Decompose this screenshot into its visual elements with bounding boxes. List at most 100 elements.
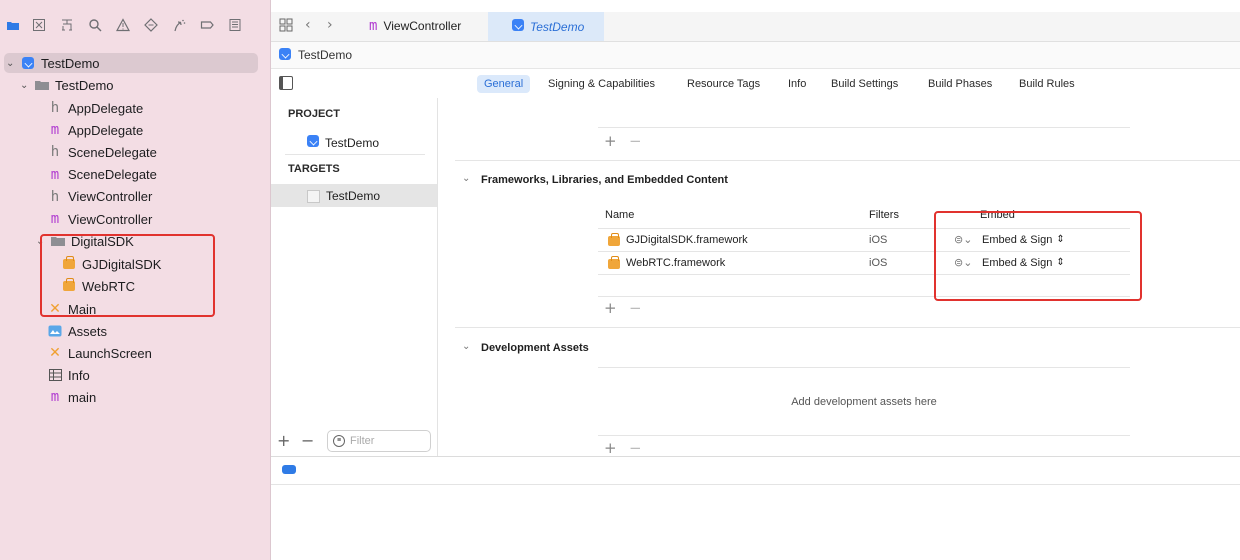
file-label: Info: [68, 367, 90, 383]
dev-assets-section-title: Development Assets: [481, 342, 589, 354]
project-item[interactable]: TestDemo: [307, 135, 379, 150]
framework-icon: [608, 256, 620, 272]
tab-viewcontroller[interactable]: m ViewController: [369, 18, 461, 34]
grid-icon[interactable]: [279, 18, 295, 34]
tab-build-rules[interactable]: Build Rules: [1012, 75, 1082, 93]
file-label: Assets: [68, 323, 108, 339]
framework-icon: [608, 233, 620, 249]
header-file-icon: h: [50, 144, 60, 161]
xcode-project-icon: [512, 19, 524, 34]
tab-build-settings[interactable]: Build Settings: [824, 75, 905, 93]
disclosure-open-icon[interactable]: ⌄: [462, 173, 470, 184]
assets-icon: [48, 324, 62, 338]
remove-button[interactable]: −: [629, 132, 642, 150]
highlight-box-embed: [934, 211, 1142, 301]
divider: [598, 127, 1130, 128]
xcode-project-icon: [307, 135, 319, 150]
add-button[interactable]: +: [604, 132, 617, 150]
divider: [598, 435, 1130, 436]
back-arrow-icon[interactable]: ‹: [305, 17, 311, 33]
target-item[interactable]: TestDemo: [307, 189, 380, 203]
targets-pane: PROJECT TestDemo TARGETS TestDemo + − ≡ …: [271, 98, 438, 456]
breadcrumb: TestDemo: [271, 42, 1240, 69]
divider: [455, 160, 1240, 161]
tab-label: ViewController: [383, 19, 462, 33]
column-filters: Filters: [869, 209, 899, 221]
disclosure-open-icon[interactable]: ⌄: [6, 58, 18, 69]
tab-resource-tags[interactable]: Resource Tags: [680, 75, 767, 93]
folder-icon: [35, 78, 49, 92]
report-icon[interactable]: [226, 16, 244, 34]
tab-info[interactable]: Info: [781, 75, 813, 93]
filter-icon: ≡: [333, 435, 345, 447]
xcode-project-icon: [21, 56, 35, 70]
navigator-toolbar: [0, 12, 270, 40]
file-label: Main: [68, 301, 97, 317]
plist-icon: [48, 368, 62, 382]
remove-framework-button[interactable]: −: [629, 299, 642, 317]
add-asset-button[interactable]: +: [604, 439, 617, 457]
target-item-label: TestDemo: [326, 189, 381, 203]
debug-spray-icon[interactable]: [170, 16, 188, 34]
folder-icon[interactable]: [4, 16, 22, 34]
tree-row-root[interactable]: ⌄ TestDemo: [6, 52, 276, 74]
file-label: AppDelegate: [68, 100, 144, 116]
settings-tab-bar: General Signing & Capabilities Resource …: [271, 70, 1240, 98]
framework-name: GJDigitalSDK.framework: [626, 234, 748, 246]
divider: [271, 484, 1240, 485]
frameworks-section-title: Frameworks, Libraries, and Embedded Cont…: [481, 174, 728, 186]
tree-row-group[interactable]: ⌄ TestDemo: [20, 74, 290, 96]
header-file-icon: h: [50, 188, 60, 205]
framework-filters: iOS: [869, 257, 888, 269]
objc-source-icon: m: [369, 18, 378, 34]
project-item-label: TestDemo: [325, 135, 380, 150]
source-control-icon[interactable]: [30, 16, 48, 34]
column-name: Name: [605, 209, 635, 221]
tab-general[interactable]: General: [477, 75, 531, 93]
warning-icon[interactable]: [114, 16, 132, 34]
dev-assets-empty-text: Add development assets here: [791, 396, 937, 408]
divider: [285, 154, 425, 155]
file-label: AppDelegate: [68, 122, 144, 138]
editor-tab-bar: ‹ › m ViewController TestDemo: [271, 12, 1240, 42]
xcode-project-icon: [279, 48, 291, 63]
search-icon[interactable]: [86, 16, 104, 34]
app-target-icon: [307, 189, 320, 203]
remove-asset-button[interactable]: −: [629, 439, 642, 457]
root-label: TestDemo: [41, 55, 100, 71]
forward-arrow-icon[interactable]: ›: [327, 17, 333, 33]
disclosure-open-icon[interactable]: ⌄: [462, 341, 470, 352]
tab-build-phases[interactable]: Build Phases: [921, 75, 999, 93]
divider: [598, 367, 1130, 368]
tab-testdemo[interactable]: TestDemo: [488, 12, 604, 41]
divider: [455, 327, 1240, 328]
breadcrumb-label[interactable]: TestDemo: [298, 48, 352, 62]
objc-source-icon: m: [50, 211, 60, 227]
debug-area-toggle-icon[interactable]: [282, 465, 296, 474]
add-target-button[interactable]: +: [277, 431, 290, 450]
test-diamond-icon[interactable]: [142, 16, 160, 34]
tab-label: TestDemo: [530, 19, 585, 34]
tab-signing[interactable]: Signing & Capabilities: [541, 75, 662, 93]
storyboard-icon: ✕: [49, 345, 61, 361]
remove-target-button[interactable]: −: [301, 431, 314, 450]
sidebar-toggle-icon[interactable]: [279, 76, 293, 90]
disclosure-open-icon[interactable]: ⌄: [20, 80, 32, 91]
header-file-icon: h: [50, 100, 60, 116]
framework-filters: iOS: [869, 234, 888, 246]
file-label: main: [68, 389, 97, 405]
file-label: ViewController: [68, 211, 153, 227]
hierarchy-icon[interactable]: [58, 16, 76, 34]
breakpoint-icon[interactable]: [198, 16, 216, 34]
objc-source-icon: m: [50, 389, 60, 405]
file-label: SceneDelegate: [68, 167, 157, 183]
objc-source-icon: m: [50, 166, 60, 183]
filter-field[interactable]: ≡ Filter: [327, 430, 431, 452]
targets-header: TARGETS: [288, 163, 340, 175]
add-framework-button[interactable]: +: [604, 299, 617, 317]
file-label: LaunchScreen: [68, 345, 152, 361]
objc-source-icon: m: [50, 122, 60, 139]
file-label: SceneDelegate: [68, 144, 157, 160]
project-header: PROJECT: [288, 108, 340, 120]
filter-placeholder: Filter: [350, 435, 375, 447]
